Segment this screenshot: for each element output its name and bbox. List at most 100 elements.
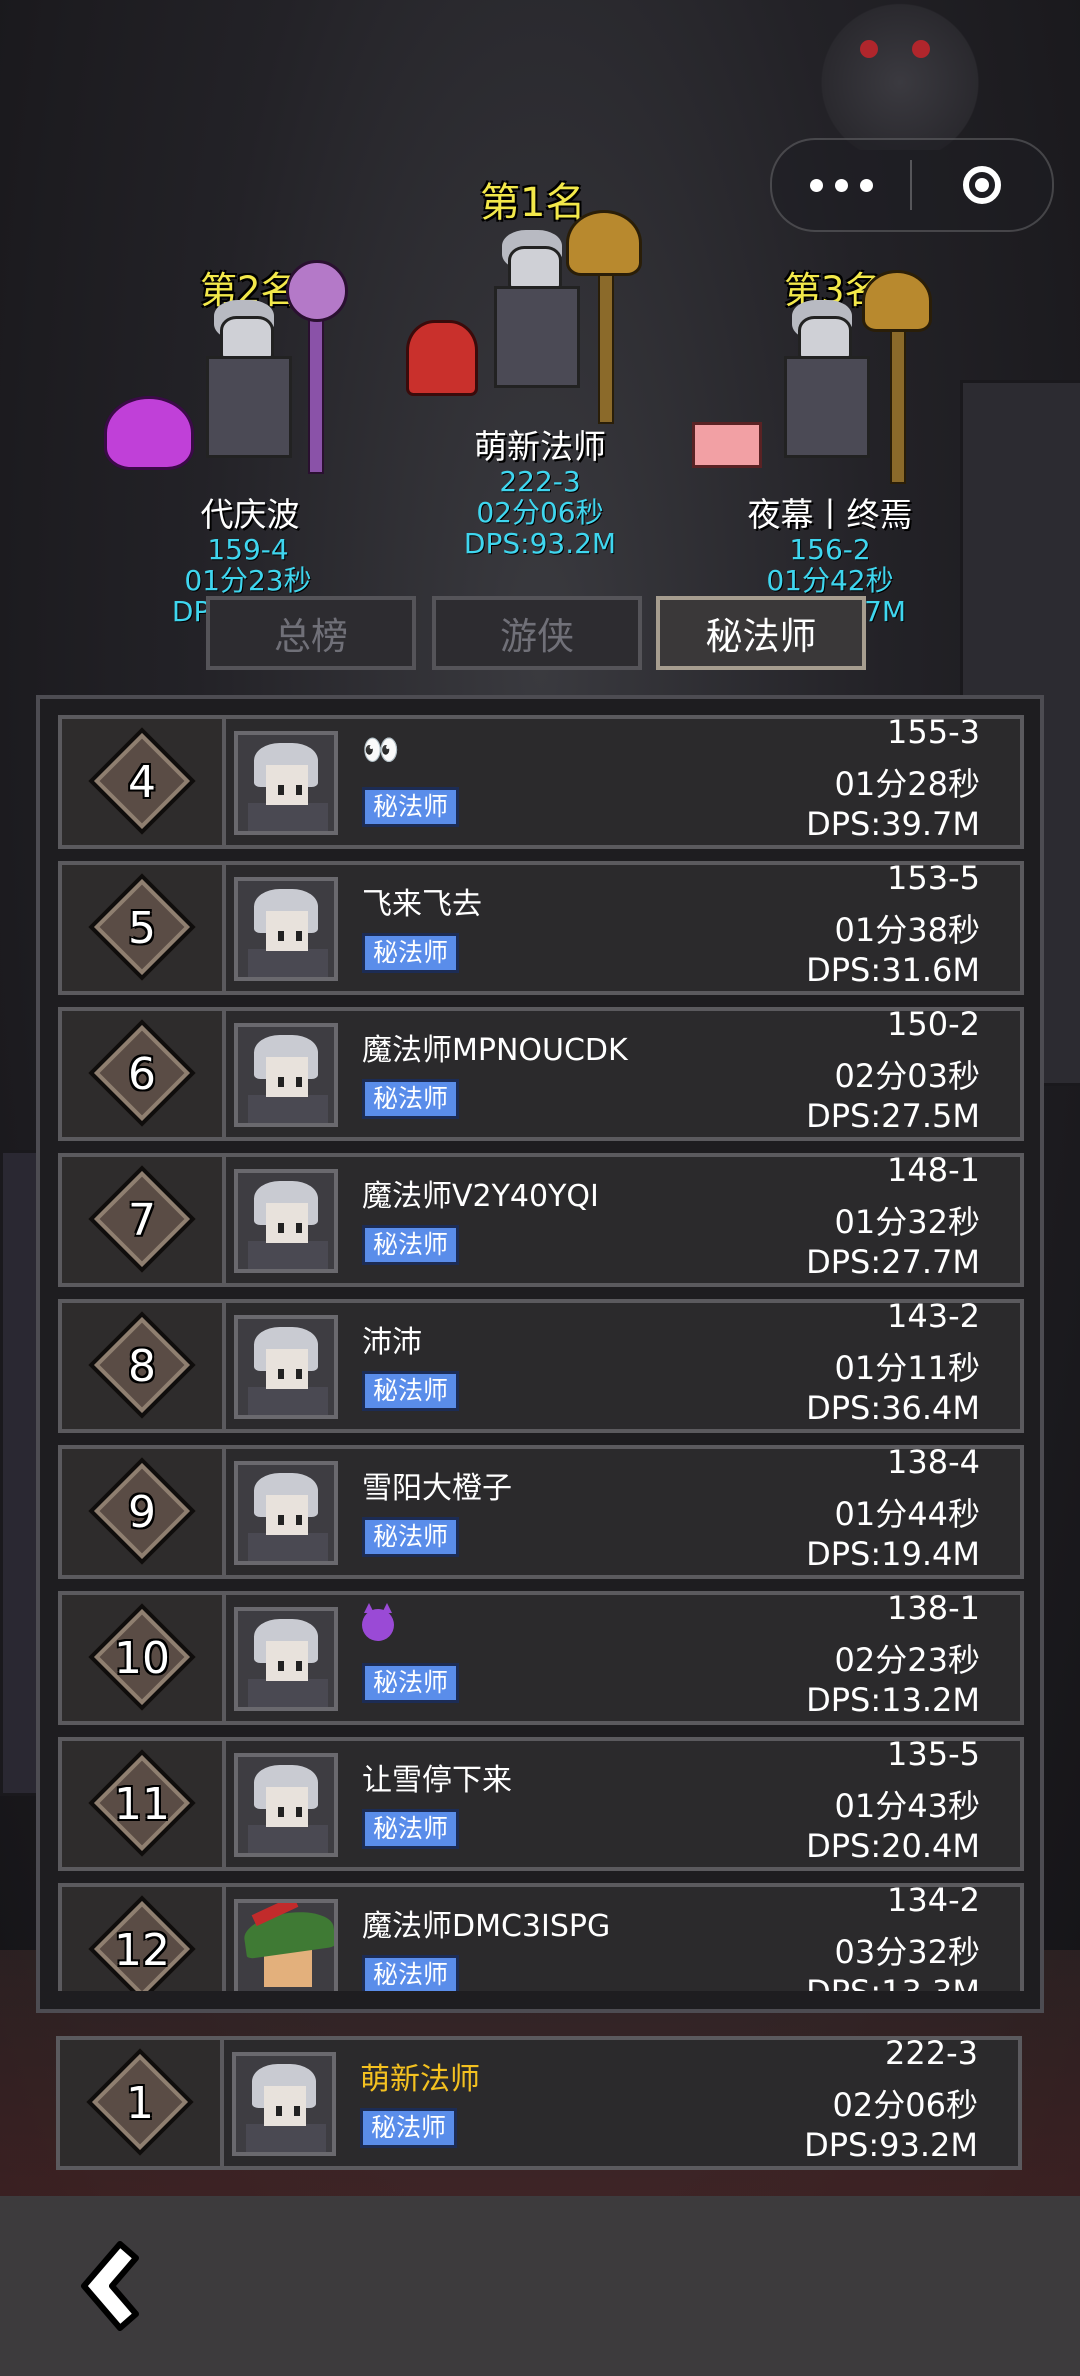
player-name: 雪阳大橙子 [362,1471,512,1506]
player-time: 01分38秒 [834,911,980,949]
leaderboard-row[interactable]: 8 沛沛 秘法师 143-2 01分11秒 DPS:36.4M [58,1297,1024,1433]
avatar[interactable] [234,1461,338,1565]
avatar[interactable] [234,1169,338,1273]
leaderboard-row[interactable]: 9 雪阳大橙子 秘法师 138-4 01分44秒 DPS:19.4M [58,1443,1024,1579]
leaderboard-row[interactable]: 11 让雪停下来 秘法师 135-5 01分43秒 DPS:20.4M [58,1735,1024,1871]
char-body [206,356,292,458]
avatar-robe [246,2124,326,2152]
red-pet-sprite [406,320,478,396]
rank-number: 11 [114,1778,170,1830]
rank-cell: 11 [62,1741,226,1867]
class-badge: 秘法师 [362,933,460,973]
dot [834,178,848,192]
avatar-eye [296,785,302,795]
tab-ranger[interactable]: 游侠 [432,596,642,670]
leaderboard-row[interactable]: 4 👀 秘法师 155-3 01分28秒 DPS:39.7M [58,713,1024,849]
rank-number: 9 [128,1486,156,1538]
player-level: 135-5 [887,1735,980,1773]
avatar[interactable] [232,2052,336,2156]
player-time: 02分23秒 [834,1641,980,1679]
podium-first-time: 02分06秒 [476,496,604,529]
player-dps: DPS:13.2M [806,1681,980,1719]
skull-eye-left [860,40,878,58]
class-badge: 秘法师 [362,1225,460,1265]
podium-first-character[interactable] [480,200,650,430]
rank-cell: 6 [62,1011,226,1137]
class-badge: 秘法师 [360,2108,458,2148]
avatar-robe [248,1679,328,1707]
bottom-bar [0,2196,1080,2376]
my-rank-row[interactable]: 1 萌新法师 秘法师 222-3 02分06秒 DPS:93.2M [56,2034,1022,2170]
avatar[interactable] [234,1023,338,1127]
char-body [784,356,870,458]
player-level: 153-5 [887,859,980,897]
avatar-eye [296,931,302,941]
player-level: 150-2 [887,1005,980,1043]
skull-ornament [800,0,1000,150]
leaderboard-panel[interactable]: 4 👀 秘法师 155-3 01分28秒 DPS:39.7M 5 飞来飞去 秘法… [36,695,1044,2013]
leaderboard-row[interactable]: 7 魔法师V2Y40YQI 秘法师 148-1 01分32秒 DPS:27.7M [58,1151,1024,1287]
more-dots-icon[interactable] [772,140,910,230]
leaderboard-row[interactable]: 5 飞来飞去 秘法师 153-5 01分38秒 DPS:31.6M [58,859,1024,995]
podium-first-name: 萌新法师 [474,427,606,466]
player-dps: DPS:39.7M [806,805,980,843]
avatar-eye [296,1077,302,1087]
avatar[interactable] [234,1607,338,1711]
avatar[interactable] [234,731,338,835]
avatar[interactable] [234,1753,338,1857]
rank-number: 5 [128,902,156,954]
class-badge: 秘法师 [362,1663,460,1703]
leaderboard-row[interactable]: 10 秘法师 138-1 02分23秒 DPS:13.2M [58,1589,1024,1725]
player-name: 萌新法师 [360,2062,480,2097]
skull-eye-right [912,40,930,58]
rank-number: 1 [126,2077,154,2129]
player-dps: DPS:27.5M [806,1097,980,1135]
player-dps: DPS:31.6M [806,951,980,989]
player-name: 让雪停下来 [362,1763,512,1798]
staff-head [862,270,932,332]
avatar-eye [296,1515,302,1525]
player-name: 魔法师MPNOUCDK [362,1033,628,1068]
back-arrow-icon[interactable] [62,2236,162,2336]
tab-overall[interactable]: 总榜 [206,596,416,670]
avatar-eye [278,1661,284,1671]
avatar[interactable] [234,1315,338,1419]
avatar-eye [296,1661,302,1671]
avatar-eye [296,1369,302,1379]
rank-cell: 9 [62,1449,226,1575]
podium-second-name: 代庆波 [200,495,300,534]
player-time: 02分03秒 [834,1057,980,1095]
player-name: 👀 [362,733,400,768]
podium-second-time: 01分23秒 [184,564,312,597]
avatar-eye [278,931,284,941]
player-level: 143-2 [887,1297,980,1335]
avatar[interactable] [234,1899,338,1991]
rank-number: 12 [114,1924,170,1976]
podium-second-character[interactable] [190,260,380,480]
rank-number: 4 [128,756,156,808]
player-level: 138-4 [887,1443,980,1481]
leaderboard-row[interactable]: 6 魔法师MPNOUCDK 秘法师 150-2 02分03秒 DPS:27.5M [58,1005,1024,1141]
miniprogram-capsule [770,138,1054,232]
rank-number: 6 [128,1048,156,1100]
avatar[interactable] [234,877,338,981]
podium-third-level: 156-2 [789,533,871,566]
staff-head [286,260,348,322]
close-target-icon[interactable] [912,166,1052,204]
podium-third-character[interactable] [770,260,950,484]
player-time: 02分06秒 [832,2086,978,2124]
leaderboard-row[interactable]: 12 魔法师DMC3ISPG 秘法师 134-2 03分32秒 DPS:13.3… [58,1881,1024,1991]
player-name: 魔法师DMC3ISPG [362,1909,611,1944]
podium-third-name: 夜幕丨终焉 [747,495,913,534]
podium-first-level: 222-3 [499,465,581,498]
tab-arcanist[interactable]: 秘法师 [656,596,866,670]
avatar-robe [248,1095,328,1123]
avatar-robe [248,949,328,977]
player-name: 沛沛 [362,1325,422,1360]
avatar-robe [248,1241,328,1269]
player-name [362,1603,394,1649]
leaderboard-list[interactable]: 4 👀 秘法师 155-3 01分28秒 DPS:39.7M 5 飞来飞去 秘法… [40,699,1040,1991]
rank-cell: 8 [62,1303,226,1429]
avatar-eye [294,2106,300,2116]
player-name: 飞来飞去 [362,887,482,922]
